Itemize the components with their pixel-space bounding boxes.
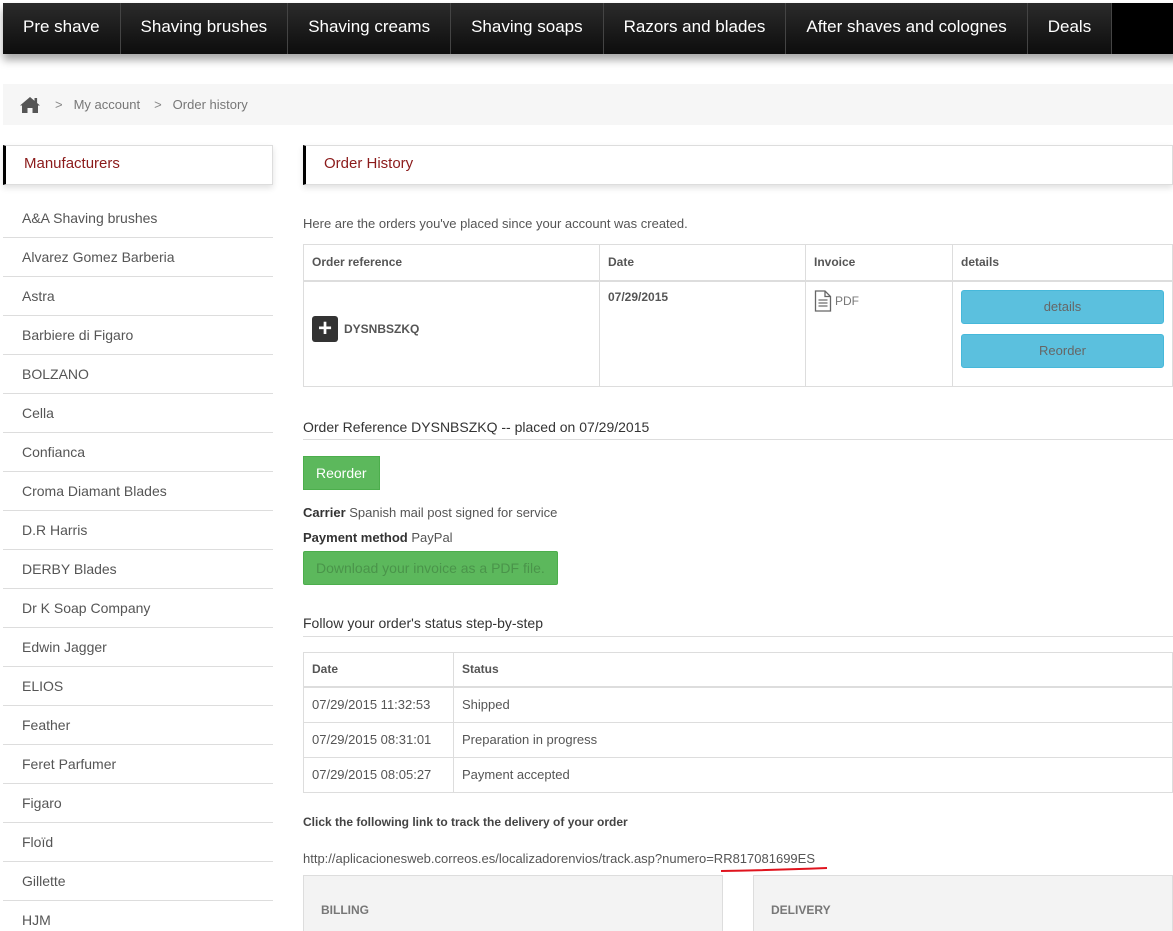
manufacturer-item[interactable]: Feret Parfumer	[3, 745, 273, 784]
manufacturer-item[interactable]: BOLZANO	[3, 355, 273, 394]
billing-address-box: BILLING	[303, 875, 723, 931]
manufacturer-item[interactable]: Floïd	[3, 823, 273, 862]
table-row: 07/29/2015 08:31:01 Preparation in progr…	[303, 721, 1173, 758]
pdf-label: PDF	[835, 293, 859, 308]
status-heading: Follow your order's status step-by-step	[303, 615, 1173, 637]
manufacturer-item[interactable]: ELIOS	[3, 667, 273, 706]
tracking-label: Click the following link to track the de…	[303, 814, 628, 829]
nav-item-deals[interactable]: Deals	[1027, 3, 1113, 54]
nav-item-after-shaves[interactable]: After shaves and colognes	[786, 3, 1028, 54]
status-table: Date Status 07/29/2015 11:32:53 Shipped …	[303, 651, 1173, 793]
column-header-status: Status	[453, 651, 1173, 688]
manufacturers-title[interactable]: Manufacturers	[3, 145, 273, 185]
status-value: Shipped	[453, 686, 1173, 723]
manufacturer-list: A&A Shaving brushes Alvarez Gomez Barber…	[3, 199, 273, 931]
order-reference[interactable]: DYSNBSZKQ	[344, 322, 419, 336]
manufacturer-item[interactable]: D.R Harris	[3, 511, 273, 550]
download-invoice-button[interactable]: Download your invoice as a PDF file.	[303, 550, 558, 585]
nav-item-shaving-creams[interactable]: Shaving creams	[288, 3, 452, 54]
address-gap	[723, 875, 753, 931]
column-header-details: details	[952, 244, 1173, 282]
pdf-invoice-link[interactable]: PDF	[814, 289, 859, 312]
tracking-url[interactable]: http://aplicacionesweb.correos.es/locali…	[303, 851, 815, 866]
manufacturer-item[interactable]: Figaro	[3, 784, 273, 823]
status-date: 07/29/2015 11:32:53	[303, 686, 454, 723]
nav-item-shaving-brushes[interactable]: Shaving brushes	[120, 3, 289, 54]
nav-item-shaving-soaps[interactable]: Shaving soaps	[451, 3, 604, 54]
page-title: Order History	[303, 145, 1173, 185]
reorder-button[interactable]: Reorder	[303, 455, 380, 490]
manufacturer-item[interactable]: Edwin Jagger	[3, 628, 273, 667]
manufacturer-item[interactable]: Croma Diamant Blades	[3, 472, 273, 511]
nav-spacer	[1112, 3, 1173, 54]
manufacturer-item[interactable]: Confianca	[3, 433, 273, 472]
invoice-cell: PDF	[805, 280, 953, 387]
column-header-invoice: Invoice	[805, 244, 953, 282]
manufacturer-item[interactable]: Feather	[3, 706, 273, 745]
nav-item-pre-shave[interactable]: Pre shave	[3, 3, 121, 54]
status-date: 07/29/2015 08:05:27	[303, 756, 454, 793]
top-navigation: Pre shave Shaving brushes Shaving creams…	[3, 3, 1173, 54]
expand-plus-icon[interactable]: +	[312, 315, 338, 342]
orders-table: Order reference Date Invoice details + D…	[303, 244, 1173, 387]
breadcrumb-separator: >	[55, 97, 63, 112]
nav-item-razors-and-blades[interactable]: Razors and blades	[603, 3, 787, 54]
carrier-line: Carrier Spanish mail post signed for ser…	[303, 505, 1173, 520]
order-reference-cell: + DYSNBSZKQ	[303, 280, 600, 387]
payment-value: PayPal	[411, 529, 453, 545]
home-icon[interactable]	[19, 96, 41, 114]
tracking-link[interactable]: http://aplicacionesweb.correos.es/locali…	[303, 851, 828, 872]
manufacturer-item[interactable]: A&A Shaving brushes	[3, 199, 273, 238]
column-header-date: Date	[303, 651, 454, 688]
breadcrumb-my-account[interactable]: My account	[74, 97, 140, 112]
manufacturers-sidebar: Manufacturers A&A Shaving brushes Alvare…	[3, 145, 273, 931]
file-icon	[814, 289, 832, 312]
manufacturer-item[interactable]: Cella	[3, 394, 273, 433]
manufacturer-item[interactable]: Barbiere di Figaro	[3, 316, 273, 355]
breadcrumb-order-history: Order history	[172, 97, 248, 112]
red-underline-annotation	[720, 866, 828, 872]
reorder-button-table[interactable]: Reorder	[961, 333, 1164, 368]
table-row: 07/29/2015 11:32:53 Shipped	[303, 686, 1173, 723]
details-button[interactable]: details	[961, 289, 1164, 324]
status-value: Payment accepted	[453, 756, 1173, 793]
main-content: Order History Here are the orders you've…	[303, 145, 1173, 931]
order-reference-heading: Order Reference DYSNBSZKQ -- placed on 0…	[303, 419, 1173, 440]
carrier-label: Carrier	[303, 504, 346, 520]
table-row: 07/29/2015 08:05:27 Payment accepted	[303, 756, 1173, 793]
intro-text: Here are the orders you've placed since …	[303, 216, 688, 231]
manufacturer-item[interactable]: Dr K Soap Company	[3, 589, 273, 628]
manufacturer-item[interactable]: Astra	[3, 277, 273, 316]
billing-title: BILLING	[321, 903, 369, 917]
delivery-title: DELIVERY	[771, 903, 831, 917]
delivery-address-box: DELIVERY	[753, 875, 1173, 931]
manufacturer-item[interactable]: Alvarez Gomez Barberia	[3, 238, 273, 277]
column-header-order-reference: Order reference	[303, 244, 600, 282]
breadcrumb: > My account > Order history	[3, 84, 1173, 125]
status-date: 07/29/2015 08:31:01	[303, 721, 454, 758]
payment-line: Payment method PayPal	[303, 530, 1173, 545]
status-value: Preparation in progress	[453, 721, 1173, 758]
manufacturer-item[interactable]: Gillette	[3, 862, 273, 901]
manufacturer-item[interactable]: HJM	[3, 901, 273, 931]
breadcrumb-separator: >	[154, 97, 162, 112]
manufacturer-item[interactable]: DERBY Blades	[3, 550, 273, 589]
table-row: + DYSNBSZKQ 07/29/2015 PDF details Reord…	[303, 280, 1173, 387]
order-date: 07/29/2015	[599, 280, 806, 387]
carrier-value: Spanish mail post signed for service	[349, 504, 558, 520]
details-cell: details Reorder	[952, 280, 1173, 387]
payment-label: Payment method	[303, 529, 408, 545]
address-row: BILLING DELIVERY	[303, 875, 1173, 931]
column-header-date: Date	[599, 244, 806, 282]
